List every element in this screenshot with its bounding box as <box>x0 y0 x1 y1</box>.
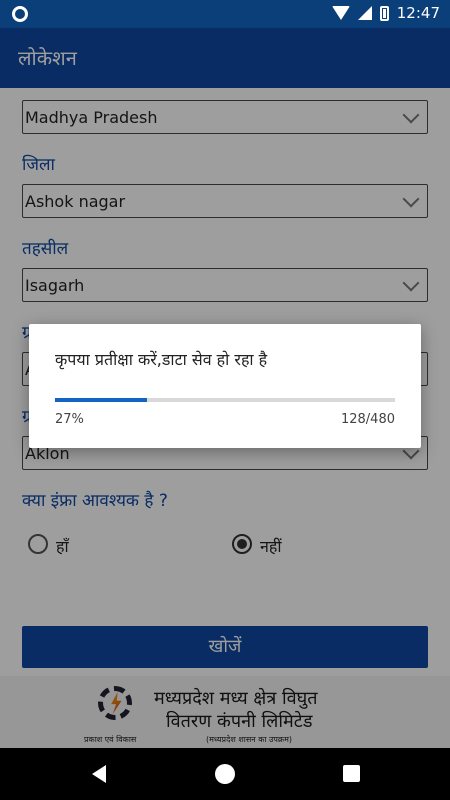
notification-icon <box>12 6 28 22</box>
navigation-bar <box>0 748 450 800</box>
wifi-icon <box>331 6 350 20</box>
progress-bar <box>55 398 395 402</box>
status-icons: 12:47 <box>331 4 440 22</box>
progress-count: 128/480 <box>340 412 395 427</box>
status-bar: 12:47 <box>0 0 450 28</box>
status-time: 12:47 <box>396 4 440 22</box>
signal-icon <box>357 6 372 20</box>
battery-icon <box>379 5 389 21</box>
recents-icon[interactable] <box>343 765 360 782</box>
back-icon[interactable] <box>92 765 106 783</box>
progress-percent: 27% <box>55 412 84 427</box>
home-icon[interactable] <box>215 764 235 784</box>
dialog-message: कृपया प्रतीक्षा करें,डाटा सेव हो रहा है <box>55 350 268 369</box>
progress-bar-fill <box>55 398 147 402</box>
progress-dialog: कृपया प्रतीक्षा करें,डाटा सेव हो रहा है … <box>29 324 421 448</box>
